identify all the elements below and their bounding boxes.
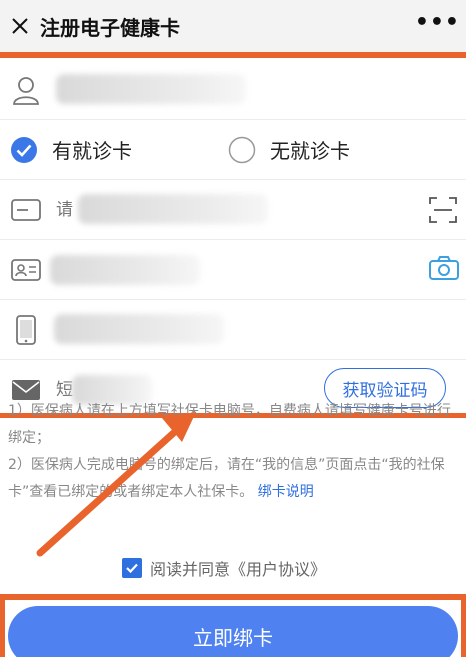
- agreement: 阅读并同意 《用户协议》: [122, 556, 326, 580]
- highlight-line-bottom: [0, 594, 466, 600]
- scan-button[interactable]: [428, 196, 458, 228]
- card-number-row: [0, 180, 466, 240]
- radio-checked-icon: [11, 136, 37, 163]
- card-type-row: 有就诊卡 无就诊卡: [0, 120, 466, 180]
- card-icon: [6, 197, 46, 223]
- check-icon: [126, 563, 138, 574]
- user-icon: [6, 74, 46, 106]
- radio-no-card-label: 无就诊卡: [270, 139, 350, 163]
- card-number-blurred: [78, 194, 268, 224]
- radio-unchecked-icon: [228, 136, 256, 163]
- note-1: 1）医保病人请在上方填写社保卡电脑号，自费病人请填写健康卡号进行绑定；: [8, 403, 451, 446]
- title-bar: 注册电子健康卡 •••: [0, 0, 466, 52]
- page-title: 注册电子健康卡: [40, 15, 180, 40]
- name-value-blurred: [56, 74, 246, 104]
- radio-has-card-label: 有就诊卡: [52, 139, 132, 163]
- id-card-icon: [6, 257, 46, 283]
- radio-has-card[interactable]: 有就诊卡: [10, 135, 132, 164]
- camera-icon: [429, 256, 459, 280]
- notes: 1）医保病人请在上方填写社保卡电脑号，自费病人请填写健康卡号进行绑定； 2）医保…: [8, 398, 464, 506]
- name-row: [0, 60, 466, 120]
- page: 注册电子健康卡 ••• 有就诊卡 无就诊卡 请 短 获取验证码 1）医保病人请在…: [0, 0, 466, 657]
- camera-button[interactable]: [428, 254, 460, 286]
- phone-number-blurred: [54, 314, 224, 344]
- bind-card-form: 有就诊卡 无就诊卡 请 短 获取验证码: [0, 60, 466, 420]
- highlight-line-left: [0, 594, 5, 657]
- phone-row: [0, 300, 466, 360]
- phone-icon: [6, 314, 46, 346]
- agree-text: 阅读并同意: [150, 560, 231, 579]
- id-number-row: [0, 240, 466, 300]
- close-button[interactable]: [2, 8, 38, 44]
- id-number-blurred: [50, 255, 200, 285]
- note-2: 2）医保病人完成电脑号的绑定后，请在“我的信息”页面点击“我的社保卡”查看已绑定…: [8, 452, 464, 506]
- agree-checkbox[interactable]: [122, 558, 142, 578]
- note-2-text: 2）医保病人完成电脑号的绑定后，请在“我的信息”页面点击“我的社保卡”查看已绑定…: [8, 457, 445, 500]
- bind-help-link[interactable]: 绑卡说明: [258, 484, 314, 500]
- bind-now-button[interactable]: 立即绑卡: [8, 606, 458, 657]
- radio-no-card[interactable]: 无就诊卡: [228, 135, 350, 164]
- more-button[interactable]: •••: [415, 10, 460, 35]
- user-agreement-link[interactable]: 《用户协议》: [230, 556, 326, 580]
- highlight-line-right: [461, 594, 466, 657]
- highlight-line-top: [0, 52, 466, 58]
- scan-icon: [429, 197, 457, 223]
- close-icon: [12, 18, 28, 34]
